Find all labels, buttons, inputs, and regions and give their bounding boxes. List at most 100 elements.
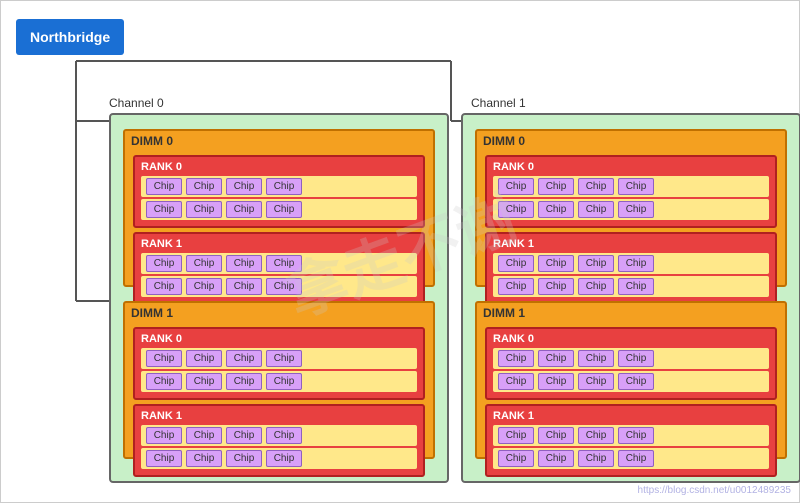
channel-1-dimm-1: DIMM 1 RANK 0 Chip Chip Chip Chip Chip C… xyxy=(475,301,787,459)
channel-1-dimm-0-rank-0-label: RANK 0 xyxy=(493,161,769,173)
chip: Chip xyxy=(146,373,182,390)
channel-0-dimm-0-rank-0-label: RANK 0 xyxy=(141,161,417,173)
chip: Chip xyxy=(226,450,262,467)
chip: Chip xyxy=(618,201,654,218)
chip: Chip xyxy=(578,350,614,367)
chip: Chip xyxy=(618,350,654,367)
chip: Chip xyxy=(266,255,302,272)
channel-0-dimm-0: DIMM 0 RANK 0 Chip Chip Chip Chip Chip C… xyxy=(123,129,435,287)
channel-0-label: Channel 0 xyxy=(109,96,164,110)
chip-row: Chip Chip Chip Chip xyxy=(493,253,769,274)
channel-1: DIMM 0 RANK 0 Chip Chip Chip Chip Chip C… xyxy=(461,113,800,483)
channel-0-dimm-1-rank-1: RANK 1 Chip Chip Chip Chip Chip Chip Chi… xyxy=(133,404,425,477)
channel-0-dimm-1-rank-0-label: RANK 0 xyxy=(141,333,417,345)
chip: Chip xyxy=(618,255,654,272)
channel-1-dimm-0-rank-1-label: RANK 1 xyxy=(493,238,769,250)
chip: Chip xyxy=(266,450,302,467)
chip: Chip xyxy=(226,255,262,272)
channel-1-label: Channel 1 xyxy=(471,96,526,110)
chip: Chip xyxy=(578,178,614,195)
chip: Chip xyxy=(226,178,262,195)
chip-row: Chip Chip Chip Chip xyxy=(493,371,769,392)
chip-row: Chip Chip Chip Chip xyxy=(141,253,417,274)
chip: Chip xyxy=(538,278,574,295)
channel-1-dimm-0-label: DIMM 0 xyxy=(477,131,785,151)
chip-row: Chip Chip Chip Chip xyxy=(141,276,417,297)
chip: Chip xyxy=(226,278,262,295)
chip: Chip xyxy=(578,450,614,467)
chip: Chip xyxy=(578,427,614,444)
chip: Chip xyxy=(498,427,534,444)
chip: Chip xyxy=(146,201,182,218)
chip: Chip xyxy=(266,178,302,195)
chip: Chip xyxy=(186,255,222,272)
chip: Chip xyxy=(146,178,182,195)
chip: Chip xyxy=(578,278,614,295)
chip: Chip xyxy=(146,350,182,367)
channel-0-dimm-0-rank-1: RANK 1 Chip Chip Chip Chip Chip Chip Chi… xyxy=(133,232,425,305)
chip: Chip xyxy=(618,373,654,390)
chip: Chip xyxy=(186,350,222,367)
channel-1-dimm-1-rank-0: RANK 0 Chip Chip Chip Chip Chip Chip Chi… xyxy=(485,327,777,400)
northbridge-label: Northbridge xyxy=(30,29,110,45)
chip: Chip xyxy=(578,201,614,218)
chip-row: Chip Chip Chip Chip xyxy=(141,371,417,392)
channel-0-dimm-1-label: DIMM 1 xyxy=(125,303,433,323)
chip-row: Chip Chip Chip Chip xyxy=(141,448,417,469)
chip: Chip xyxy=(498,450,534,467)
chip: Chip xyxy=(498,255,534,272)
channel-1-dimm-0-rank-1: RANK 1 Chip Chip Chip Chip Chip Chip Chi… xyxy=(485,232,777,305)
chip-row: Chip Chip Chip Chip xyxy=(141,425,417,446)
channel-0-dimm-0-label: DIMM 0 xyxy=(125,131,433,151)
chip-row: Chip Chip Chip Chip xyxy=(493,448,769,469)
channel-0-dimm-1-rank-0: RANK 0 Chip Chip Chip Chip Chip Chip Chi… xyxy=(133,327,425,400)
chip: Chip xyxy=(618,178,654,195)
url-watermark: https://blog.csdn.net/u0012489235 xyxy=(638,485,791,496)
channel-0-dimm-1: DIMM 1 RANK 0 Chip Chip Chip Chip Chip C… xyxy=(123,301,435,459)
chip: Chip xyxy=(498,201,534,218)
chip-row: Chip Chip Chip Chip xyxy=(141,176,417,197)
chip-row: Chip Chip Chip Chip xyxy=(493,348,769,369)
chip: Chip xyxy=(538,255,574,272)
chip: Chip xyxy=(226,350,262,367)
chip: Chip xyxy=(618,278,654,295)
channel-0-dimm-1-rank-1-label: RANK 1 xyxy=(141,410,417,422)
chip: Chip xyxy=(226,201,262,218)
channel-0: DIMM 0 RANK 0 Chip Chip Chip Chip Chip C… xyxy=(109,113,449,483)
channel-1-dimm-1-rank-1: RANK 1 Chip Chip Chip Chip Chip Chip Chi… xyxy=(485,404,777,477)
chip: Chip xyxy=(186,450,222,467)
chip: Chip xyxy=(266,350,302,367)
chip: Chip xyxy=(266,427,302,444)
chip-row: Chip Chip Chip Chip xyxy=(141,348,417,369)
chip: Chip xyxy=(618,450,654,467)
chip-row: Chip Chip Chip Chip xyxy=(493,199,769,220)
chip: Chip xyxy=(578,373,614,390)
channel-1-dimm-1-label: DIMM 1 xyxy=(477,303,785,323)
chip: Chip xyxy=(538,350,574,367)
chip: Chip xyxy=(186,178,222,195)
chip: Chip xyxy=(538,427,574,444)
channel-0-dimm-0-rank-0: RANK 0 Chip Chip Chip Chip Chip Chip Chi… xyxy=(133,155,425,228)
chip: Chip xyxy=(266,373,302,390)
chip: Chip xyxy=(498,350,534,367)
chip: Chip xyxy=(538,373,574,390)
chip: Chip xyxy=(266,278,302,295)
chip: Chip xyxy=(226,373,262,390)
chip: Chip xyxy=(498,178,534,195)
chip: Chip xyxy=(578,255,614,272)
chip: Chip xyxy=(186,201,222,218)
chip: Chip xyxy=(146,255,182,272)
chip-row: Chip Chip Chip Chip xyxy=(493,276,769,297)
channel-0-dimm-0-rank-1-label: RANK 1 xyxy=(141,238,417,250)
chip: Chip xyxy=(538,201,574,218)
chip: Chip xyxy=(226,427,262,444)
chip: Chip xyxy=(186,427,222,444)
chip-row: Chip Chip Chip Chip xyxy=(141,199,417,220)
chip: Chip xyxy=(266,201,302,218)
northbridge-box: Northbridge xyxy=(16,19,124,55)
channel-1-dimm-0-rank-0: RANK 0 Chip Chip Chip Chip Chip Chip Chi… xyxy=(485,155,777,228)
chip: Chip xyxy=(146,427,182,444)
chip: Chip xyxy=(538,178,574,195)
chip: Chip xyxy=(498,373,534,390)
chip: Chip xyxy=(618,427,654,444)
